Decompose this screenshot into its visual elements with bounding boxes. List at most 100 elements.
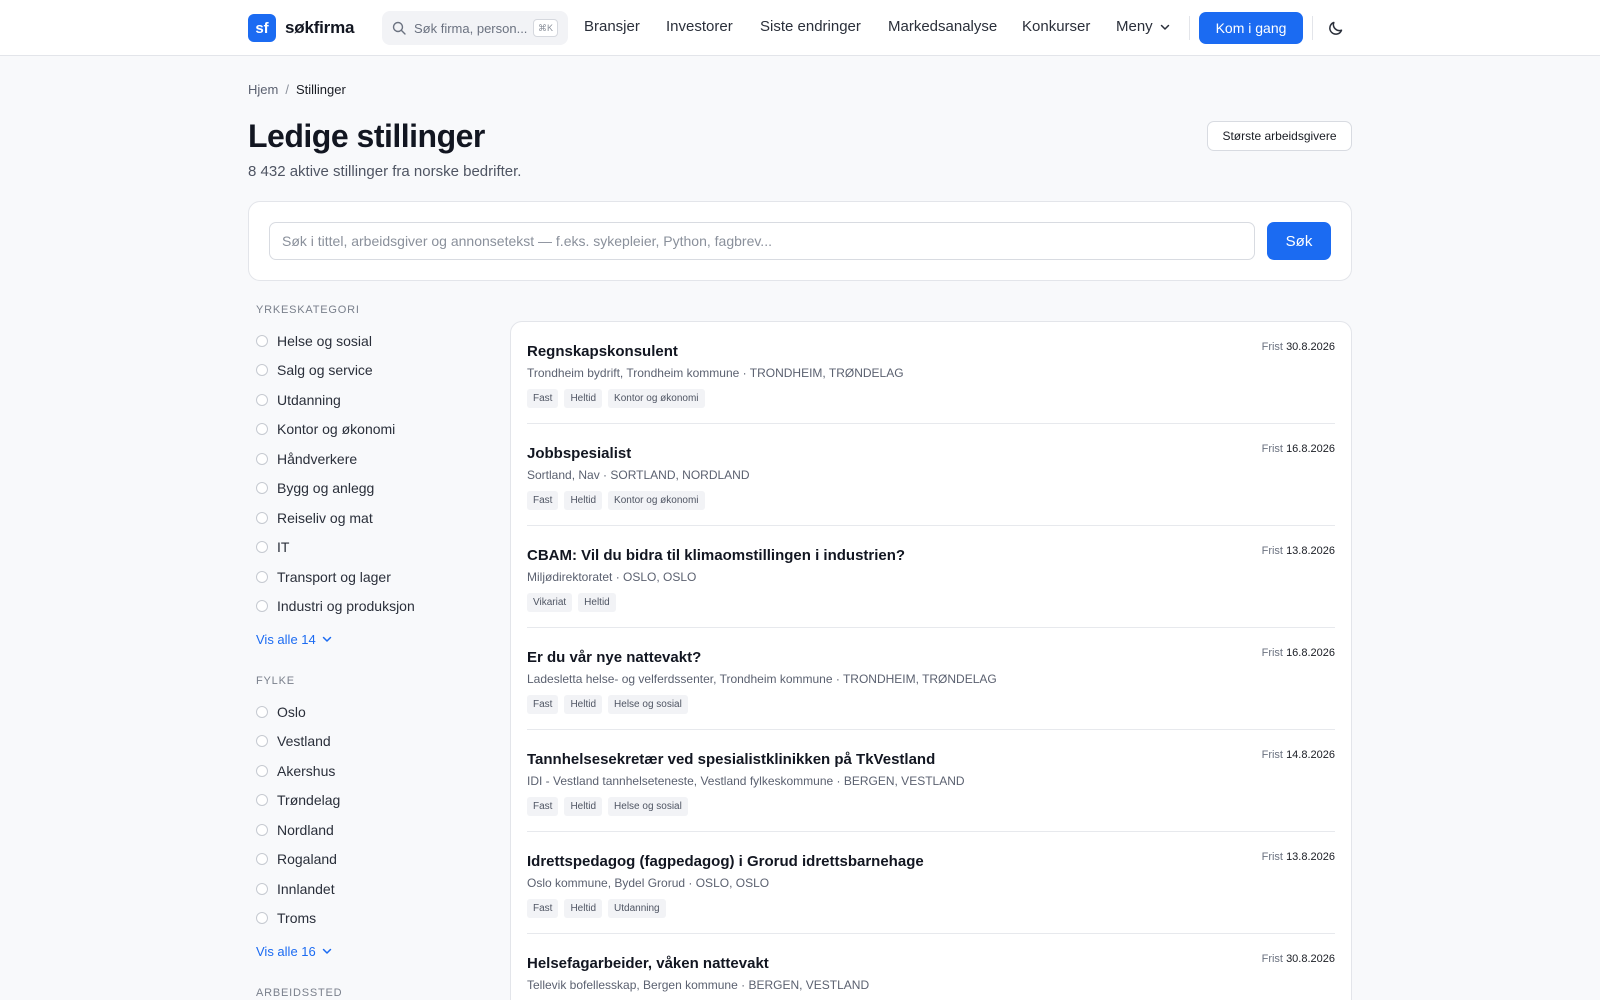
job-listing[interactable]: Helsefagarbeider, våken nattevakt Tellev… xyxy=(527,934,1335,1000)
radio-button[interactable] xyxy=(256,853,268,866)
job-listing[interactable]: Er du vår nye nattevakt? Ladesletta hels… xyxy=(527,628,1335,730)
radio-button[interactable] xyxy=(256,882,268,895)
filter-option[interactable]: Transport og lager xyxy=(256,562,486,592)
brand-logo[interactable]: sf søkfirma xyxy=(248,14,354,42)
job-title[interactable]: Er du vår nye nattevakt? xyxy=(527,649,701,666)
deadline-label: Frist xyxy=(1261,443,1283,455)
show-all-link[interactable]: Vis alle 16 xyxy=(256,941,486,961)
radio-button[interactable] xyxy=(256,393,268,406)
page-title: Ledige stillinger xyxy=(248,118,485,154)
nav-link-konkurser[interactable]: Konkurser xyxy=(1022,18,1090,35)
breadcrumb-home[interactable]: Hjem xyxy=(248,82,278,97)
filter-option[interactable]: Helse og sosial xyxy=(256,326,486,356)
job-search-input[interactable] xyxy=(269,222,1255,260)
filter-group-yrkeskategori: Yrkeskategori Helse og sosial Salg og se… xyxy=(256,300,486,649)
filter-option[interactable]: Salg og service xyxy=(256,356,486,386)
filter-option[interactable]: Troms xyxy=(256,904,486,934)
job-employer-location: Miljødirektoratet · OSLO, OSLO xyxy=(527,570,697,584)
job-tag: Fast xyxy=(527,491,559,510)
radio-button[interactable] xyxy=(256,452,268,465)
filter-option[interactable]: IT xyxy=(256,533,486,563)
job-tag: Helse og sosial xyxy=(608,797,688,816)
radio-button[interactable] xyxy=(256,541,268,554)
radio-button[interactable] xyxy=(256,794,268,807)
job-title[interactable]: Regnskapskonsulent xyxy=(527,343,678,360)
filter-option[interactable]: Reiseliv og mat xyxy=(256,503,486,533)
filter-option-label: Helse og sosial xyxy=(277,332,372,349)
filter-option-label: Vestland xyxy=(277,733,331,750)
filter-option[interactable]: Industri og produksjon xyxy=(256,592,486,622)
job-tag: Fast xyxy=(527,389,559,408)
job-tag: Kontor og økonomi xyxy=(608,491,705,510)
filter-option[interactable]: Kontor og økonomi xyxy=(256,415,486,445)
filter-option[interactable]: Rogaland xyxy=(256,845,486,875)
filter-option-label: Håndverkere xyxy=(277,450,358,467)
breadcrumb-separator: / xyxy=(285,82,289,97)
filter-option[interactable]: Oslo xyxy=(256,697,486,727)
job-employer-location: Sortland, Nav · SORTLAND, NORDLAND xyxy=(527,468,750,482)
filter-options: Oslo Vestland Akershus Trøndelag Nordlan… xyxy=(256,697,486,933)
nav-link-investorer[interactable]: Investorer xyxy=(666,18,733,35)
theme-toggle-button[interactable] xyxy=(1326,18,1346,38)
radio-button[interactable] xyxy=(256,912,268,925)
filter-option[interactable]: Bygg og anlegg xyxy=(256,474,486,504)
filter-option[interactable]: Trøndelag xyxy=(256,786,486,816)
filter-option[interactable]: Håndverkere xyxy=(256,444,486,474)
radio-button[interactable] xyxy=(256,423,268,436)
filter-option[interactable]: Akershus xyxy=(256,756,486,786)
nav-link-bransjer[interactable]: Bransjer xyxy=(584,18,640,35)
breadcrumb: Hjem / Stillinger xyxy=(248,82,346,97)
radio-button[interactable] xyxy=(256,334,268,347)
job-search-card: Søk xyxy=(248,201,1352,281)
job-tag: Kontor og økonomi xyxy=(608,389,705,408)
filter-option-label: Bygg og anlegg xyxy=(277,480,375,497)
radio-button[interactable] xyxy=(256,735,268,748)
nav-menu-label: Meny xyxy=(1116,18,1153,35)
job-deadline: Frist 14.8.2026 xyxy=(1262,749,1335,761)
global-search[interactable]: Søk firma, person... ⌘K xyxy=(382,11,568,45)
filter-option-label: Akershus xyxy=(277,762,336,779)
search-button[interactable]: Søk xyxy=(1267,222,1331,260)
radio-button[interactable] xyxy=(256,482,268,495)
job-tags: Fast Heltid Kontor og økonomi xyxy=(527,389,705,408)
filter-option[interactable]: Innlandet xyxy=(256,874,486,904)
job-title[interactable]: Tannhelsesekretær ved spesialistklinikke… xyxy=(527,751,935,768)
job-title[interactable]: Helsefagarbeider, våken nattevakt xyxy=(527,955,769,972)
job-listing[interactable]: Regnskapskonsulent Trondheim bydrift, Tr… xyxy=(527,322,1335,424)
job-tag: Heltid xyxy=(564,491,603,510)
job-title[interactable]: Jobbspesialist xyxy=(527,445,631,462)
job-title[interactable]: CBAM: Vil du bidra til klimaomstillingen… xyxy=(527,547,905,564)
filter-option[interactable]: Vestland xyxy=(256,727,486,757)
radio-button[interactable] xyxy=(256,705,268,718)
page-subtitle: 8 432 aktive stillinger fra norske bedri… xyxy=(248,163,522,180)
job-title[interactable]: Idrettspedagog (fagpedagog) i Grorud idr… xyxy=(527,853,924,870)
deadline-date: 30.8.2026 xyxy=(1286,341,1335,353)
deadline-label: Frist xyxy=(1261,341,1283,353)
filter-option[interactable]: Nordland xyxy=(256,815,486,845)
job-listing[interactable]: CBAM: Vil du bidra til klimaomstillingen… xyxy=(527,526,1335,628)
job-listing[interactable]: Tannhelsesekretær ved spesialistklinikke… xyxy=(527,730,1335,832)
job-deadline: Frist 30.8.2026 xyxy=(1262,341,1335,353)
radio-button[interactable] xyxy=(256,823,268,836)
nav-menu-dropdown[interactable]: Meny xyxy=(1116,18,1171,35)
filter-option-label: Rogaland xyxy=(277,851,337,868)
job-tag: Fast xyxy=(527,797,559,816)
filter-option[interactable]: Utdanning xyxy=(256,385,486,415)
chevron-down-icon xyxy=(322,636,331,642)
job-listing[interactable]: Jobbspesialist Sortland, Nav · SORTLAND,… xyxy=(527,424,1335,526)
job-deadline: Frist 16.8.2026 xyxy=(1262,443,1335,455)
job-tags: Fast Heltid Kontor og økonomi xyxy=(527,491,705,510)
radio-button[interactable] xyxy=(256,570,268,583)
deadline-date: 30.8.2026 xyxy=(1286,953,1335,965)
deadline-date: 14.8.2026 xyxy=(1286,749,1335,761)
radio-button[interactable] xyxy=(256,364,268,377)
largest-employers-button[interactable]: Største arbeidsgivere xyxy=(1207,121,1352,151)
show-all-link[interactable]: Vis alle 14 xyxy=(256,629,486,649)
radio-button[interactable] xyxy=(256,600,268,613)
radio-button[interactable] xyxy=(256,511,268,524)
radio-button[interactable] xyxy=(256,764,268,777)
get-started-button[interactable]: Kom i gang xyxy=(1199,12,1303,44)
nav-link-siste-endringer[interactable]: Siste endringer xyxy=(760,18,861,35)
nav-link-markedsanalyse[interactable]: Markedsanalyse xyxy=(888,18,997,35)
job-listing[interactable]: Idrettspedagog (fagpedagog) i Grorud idr… xyxy=(527,832,1335,934)
